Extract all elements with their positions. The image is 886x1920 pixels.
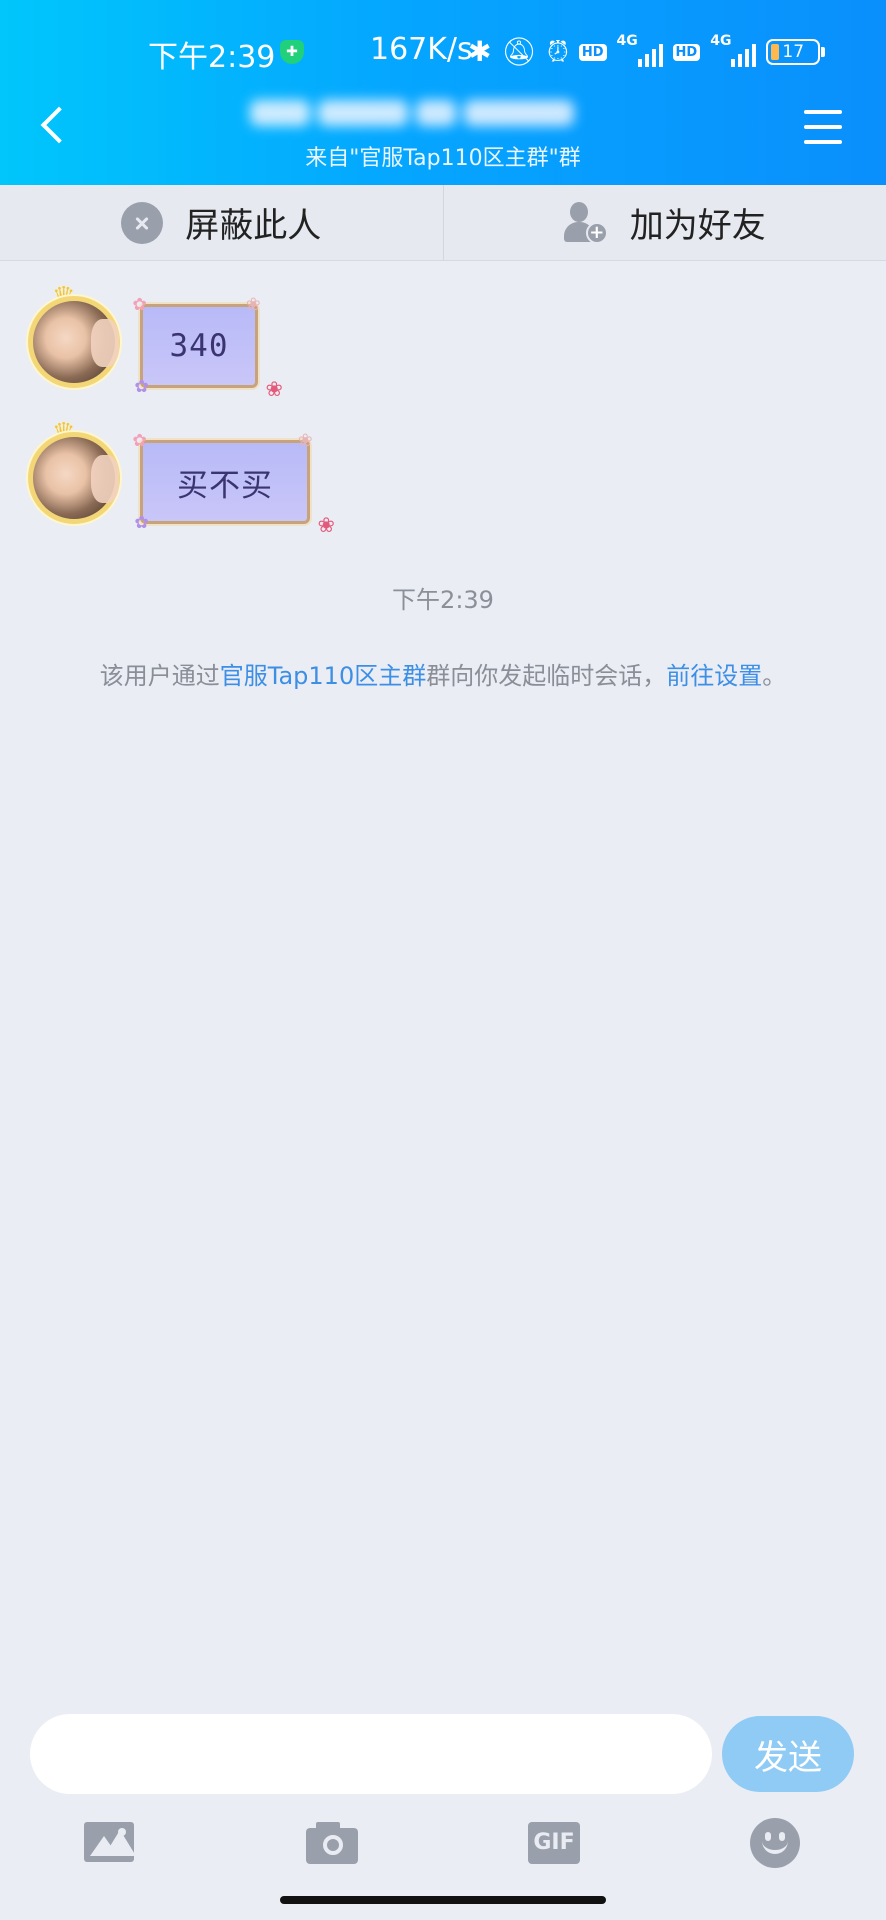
- action-bar: 屏蔽此人 + 加为好友: [0, 185, 886, 261]
- alarm-icon: ⏰︎: [547, 35, 569, 68]
- block-user-button[interactable]: 屏蔽此人: [0, 185, 443, 260]
- network-speed: 167K/s: [370, 32, 473, 67]
- status-bar: 下午2:39 ✚ 167K/s ✱ 🔕︎ ⏰︎ HD 4G HD 4G 17: [0, 26, 886, 75]
- chat-title-blurred: [250, 90, 600, 136]
- settings-link[interactable]: 前往设置: [666, 662, 762, 690]
- send-button[interactable]: 发送: [722, 1716, 854, 1792]
- avatar[interactable]: ♛: [22, 282, 128, 392]
- message-row: ♛ ✿✿❀❀ 买不买: [0, 418, 886, 548]
- message-bubble[interactable]: ✿ ✿ ❀ ❀ 340: [133, 293, 282, 402]
- battery-icon: 17: [766, 39, 826, 65]
- signal-icon: 4G: [617, 33, 663, 67]
- app-header: 下午2:39 ✚ 167K/s ✱ 🔕︎ ⏰︎ HD 4G HD 4G 17 来…: [0, 0, 886, 185]
- status-icons: ✱ 🔕︎ ⏰︎ HD 4G HD 4G 17: [468, 33, 826, 70]
- message-text: 340: [169, 328, 229, 364]
- message-input[interactable]: [30, 1714, 712, 1794]
- message-text: 买不买: [177, 467, 273, 504]
- hd-badge: HD: [578, 43, 607, 61]
- menu-icon[interactable]: [804, 110, 842, 144]
- add-friend-button[interactable]: + 加为好友: [442, 185, 886, 260]
- notice-middle: 群向你发起临时会话，: [426, 662, 667, 690]
- emoji-icon[interactable]: [750, 1818, 800, 1868]
- home-indicator[interactable]: [280, 1896, 606, 1904]
- camera-icon[interactable]: [306, 1818, 358, 1868]
- chat-subtitle: 来自"官服Tap110区主群"群: [305, 146, 581, 171]
- image-icon[interactable]: [84, 1818, 136, 1868]
- network-type-2: 4G: [710, 33, 732, 49]
- block-user-label: 屏蔽此人: [185, 206, 322, 246]
- temp-chat-notice: 该用户通过官服Tap110区主群群向你发起临时会话，前往设置。: [0, 656, 886, 691]
- input-toolbar: GIF: [0, 1810, 886, 1880]
- avatar[interactable]: ♛: [22, 418, 128, 528]
- block-icon: [121, 201, 164, 244]
- hd-badge-2: HD: [672, 43, 701, 61]
- message-row: ♛ ✿✿❀❀ 340: [0, 282, 886, 412]
- bluetooth-icon: ✱: [468, 35, 492, 68]
- group-link[interactable]: 官服Tap110区主群: [220, 662, 426, 690]
- vpn-shield-icon: ✚: [280, 40, 304, 64]
- add-friend-icon: +: [563, 201, 608, 244]
- message-timestamp: 下午2:39: [392, 586, 494, 614]
- status-time: 下午2:39: [148, 40, 276, 75]
- notice-prefix: 该用户通过: [99, 662, 220, 690]
- notice-suffix: 。: [762, 662, 787, 690]
- signal-icon-2: 4G: [710, 33, 757, 67]
- mute-bell-icon: 🔕︎: [501, 35, 538, 68]
- battery-level: 17: [782, 42, 805, 62]
- message-bubble[interactable]: ✿ ✿ ❀ ❀ 买不买: [133, 429, 334, 538]
- gif-icon[interactable]: GIF: [528, 1822, 580, 1864]
- add-friend-label: 加为好友: [629, 206, 766, 246]
- network-type: 4G: [616, 33, 638, 49]
